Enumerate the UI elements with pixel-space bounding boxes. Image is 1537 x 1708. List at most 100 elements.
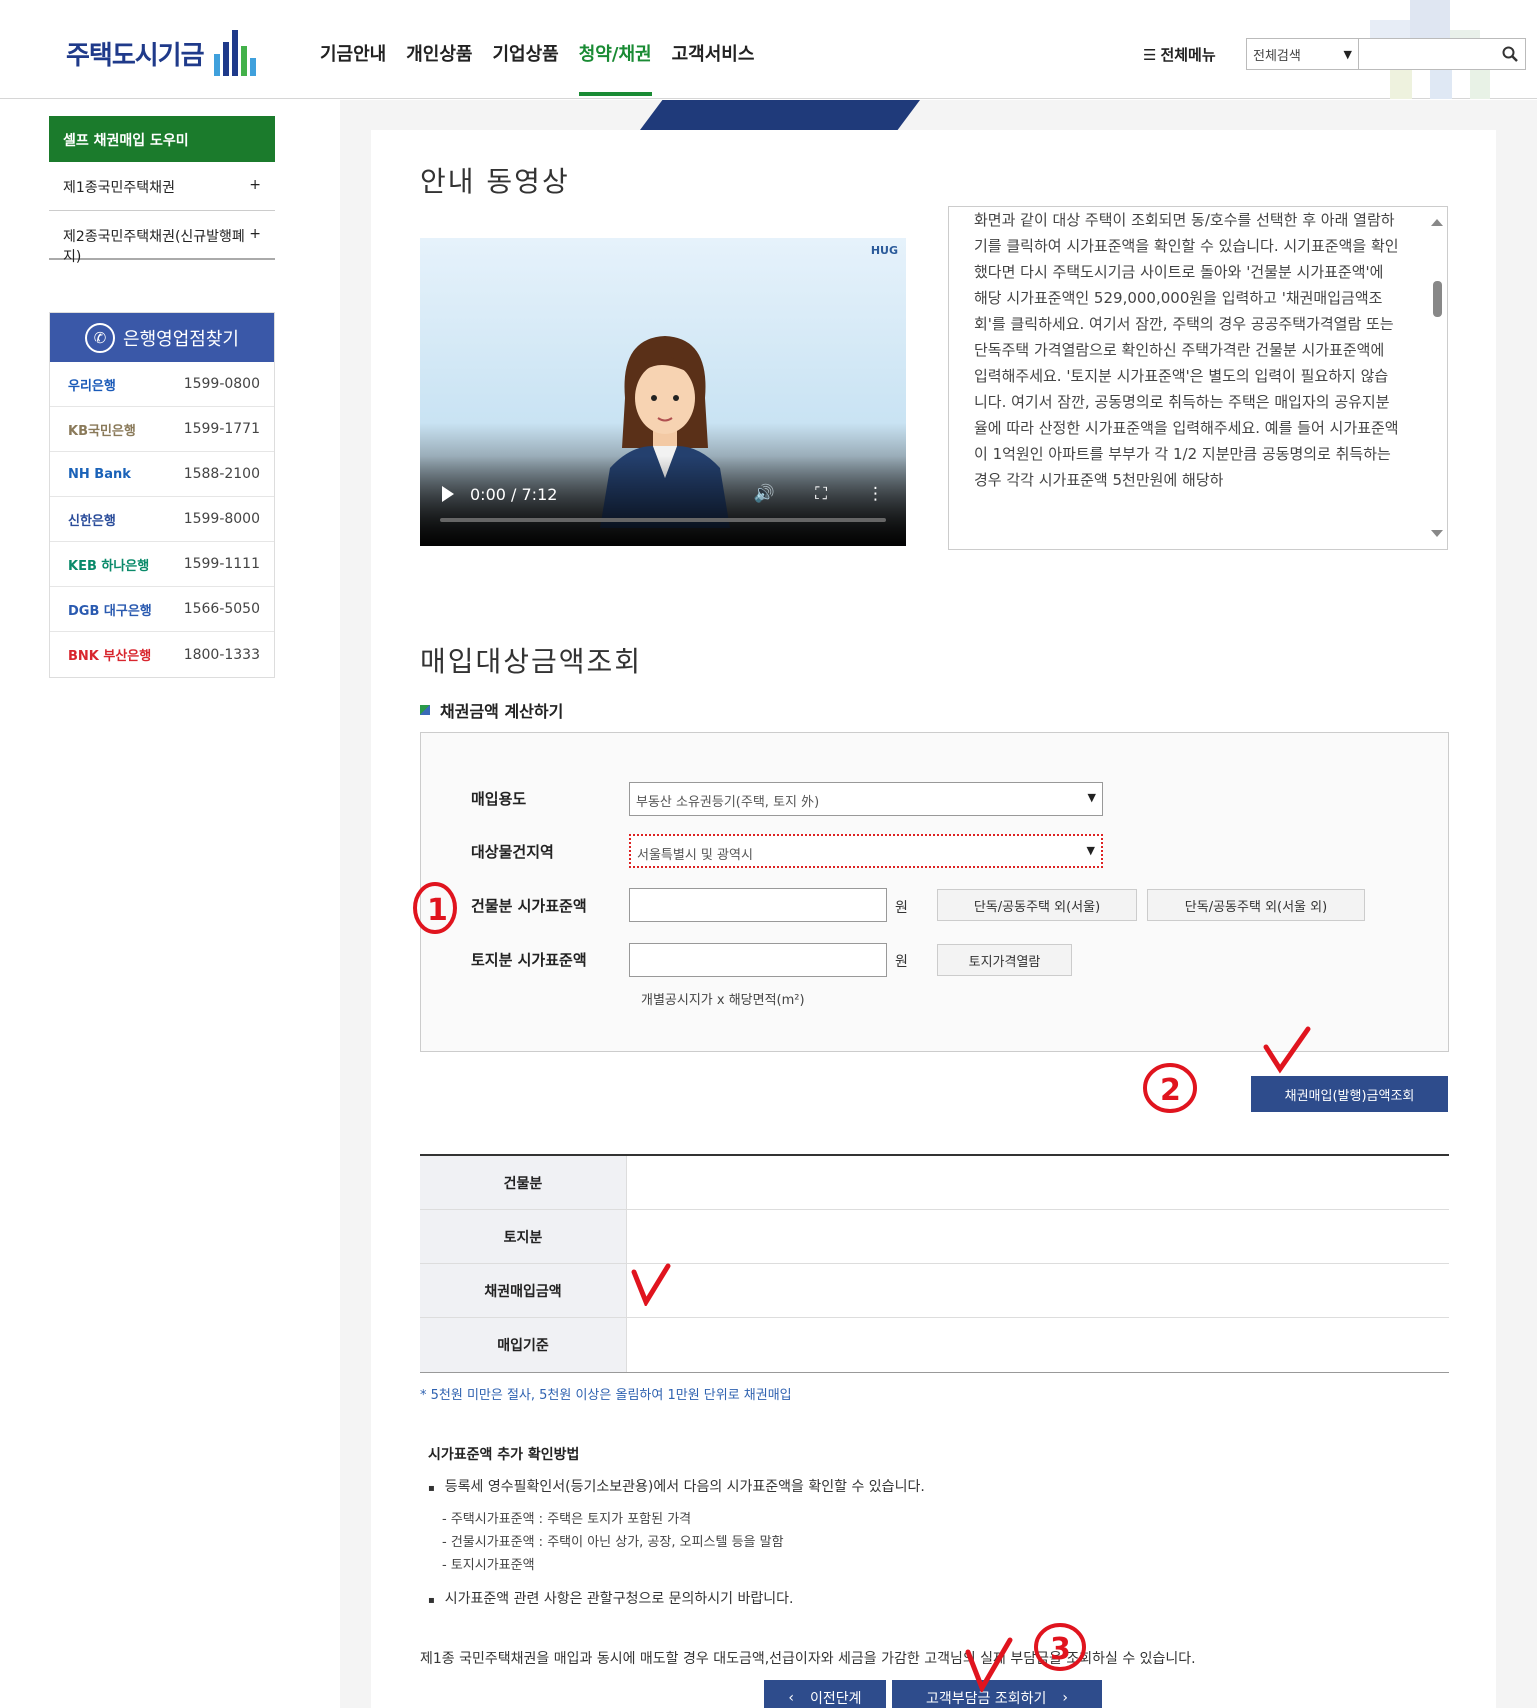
prev-step-label: 이전단계 [810, 1691, 862, 1707]
video-progress-bar[interactable] [440, 518, 886, 522]
row-header-bond-amount: 채권매입금액 [420, 1264, 626, 1317]
nav-item-personal[interactable]: 개인상품 [406, 40, 472, 96]
bank-phone: 1566-5050 [183, 601, 260, 617]
more-options-icon[interactable]: ⋮ [867, 484, 884, 504]
scroll-thumb[interactable] [1433, 281, 1442, 317]
bank-row: BNK 부산은행 1800-1333 [50, 632, 274, 677]
row-header-building: 건물분 [420, 1156, 626, 1209]
bank-row: DGB 대구은행 1566-5050 [50, 587, 274, 632]
row-header-land: 토지분 [420, 1210, 626, 1263]
chevron-down-icon: ▼ [1087, 791, 1096, 804]
rounding-note: * 5천원 미만은 절사, 5천원 이상은 올림하여 1만원 단위로 채권매입 [420, 1388, 792, 1403]
sidebar-item-bond-type2[interactable]: 제2종국민주택채권(신규발행폐지) + [49, 211, 275, 265]
video-controls: 0:00 / 7:12 🔊 ⛶ ⋮ [420, 456, 906, 546]
table-row: 토지분 [420, 1210, 1449, 1264]
transcript-text: 화면과 같이 대상 주택이 조회되면 동/호수를 선택한 후 아래 열람하기를 … [974, 211, 1399, 489]
search-input[interactable] [1359, 39, 1495, 69]
transcript-scrollbar[interactable] [1427, 207, 1447, 549]
info-sub-item: - 주택시가표준액 : 주택은 토지가 포함된 가격 [442, 1512, 692, 1527]
annotation-number: 3 [1050, 1632, 1071, 1667]
bond-amount-query-button[interactable]: 채권매입(발행)금액조회 [1251, 1076, 1448, 1112]
land-price-label: 토지분 시가표준액 [471, 951, 587, 969]
video-transcript[interactable]: 화면과 같이 대상 주택이 조회되면 동/호수를 선택한 후 아래 열람하기를 … [948, 206, 1448, 550]
purpose-select[interactable]: 부동산 소유권등기(주택, 토지 外) ▼ [629, 782, 1103, 816]
bank-phone: 1599-1771 [183, 421, 260, 437]
building-lookup-non-seoul-button[interactable]: 단독/공동주택 외(서울 외) [1147, 889, 1365, 921]
plus-icon: + [249, 226, 261, 242]
result-table: 건물분 토지분 채권매입금액 매입기준 [420, 1154, 1449, 1373]
step-tab-active [640, 100, 920, 130]
search-button[interactable] [1495, 39, 1525, 69]
bank-phone: 1599-0800 [183, 376, 260, 392]
plus-icon: + [249, 177, 261, 193]
nav-item-customer-service[interactable]: 고객서비스 [672, 40, 755, 96]
row-header-purchase-basis: 매입기준 [420, 1318, 626, 1372]
bank-finder-title: 은행영업점찾기 [123, 328, 239, 350]
bank-logo-bnk: BNK 부산은행 [68, 649, 152, 664]
check-mark-icon [631, 1263, 671, 1306]
table-row: 채권매입금액 [420, 1264, 1449, 1318]
bank-logo-hana: KEB 하나은행 [68, 558, 150, 574]
table-row: 매입기준 [420, 1318, 1449, 1372]
search-box: 전체검색 ▼ [1246, 38, 1526, 70]
bank-logo-shinhan: 신한은행 [68, 513, 116, 529]
region-label: 대상물건지역 [471, 843, 554, 861]
prev-step-button[interactable]: ‹ 이전단계 [764, 1680, 886, 1708]
bullet-icon [420, 705, 430, 715]
sidebar-item-self-bond-helper[interactable]: 셀프 채권매입 도우미 [49, 116, 275, 162]
purpose-label: 매입용도 [471, 790, 527, 808]
building-price-label: 건물분 시가표준액 [471, 897, 587, 915]
site-header: 주택도시기금 기금안내 개인상품 기업상품 청약/채권 고객서비스 ☰ 전체메뉴… [0, 0, 1537, 99]
calc-subtitle: 채권금액 계산하기 [420, 698, 563, 722]
logo-mark-icon [213, 30, 256, 76]
logo-text: 주택도시기금 [66, 40, 205, 71]
info-sub-item: - 토지시가표준액 [442, 1558, 535, 1573]
play-icon[interactable] [442, 486, 454, 502]
annotation-circle-3-icon: 3 [1034, 1623, 1086, 1671]
bank-row: KEB 하나은행 1599-1111 [50, 542, 274, 587]
bank-finder: ✆ 은행영업점찾기 우리은행 1599-0800 KB국민은행 1599-177… [49, 312, 275, 678]
calc-form: 매입용도 부동산 소유권등기(주택, 토지 外) ▼ 대상물건지역 서울특별시 … [420, 732, 1449, 1052]
region-select[interactable]: 서울특별시 및 광역시 ▼ [629, 834, 1103, 868]
annotation-circle-2-icon: 2 [1143, 1063, 1197, 1113]
hamburger-icon: ☰ [1143, 45, 1157, 64]
nav-item-subscription-bond[interactable]: 청약/채권 [578, 40, 652, 96]
volume-icon[interactable]: 🔊 [754, 484, 775, 504]
check-mark-icon [965, 1637, 1013, 1692]
scroll-up-icon[interactable] [1431, 219, 1443, 226]
search-icon [1502, 46, 1518, 62]
chevron-down-icon: ▼ [1343, 47, 1352, 61]
annotation-circle-1-icon: 1 [413, 882, 457, 934]
land-price-lookup-button[interactable]: 토지가격열람 [937, 944, 1072, 976]
search-scope-select[interactable]: 전체검색 ▼ [1247, 39, 1359, 69]
video-time: 0:00 / 7:12 [470, 484, 558, 504]
sidebar-item-label: 제2종국민주택채권(신규발행폐지) [63, 229, 245, 265]
building-price-input[interactable] [629, 888, 887, 922]
nav-item-corporate[interactable]: 기업상품 [493, 40, 559, 96]
main-nav: 기금안내 개인상품 기업상품 청약/채권 고객서비스 [320, 40, 754, 96]
fullscreen-icon[interactable]: ⛶ [815, 484, 827, 504]
bank-row: 우리은행 1599-0800 [50, 362, 274, 407]
annotation-number: 1 [427, 893, 448, 928]
unit-label: 원 [895, 900, 908, 916]
chevron-right-icon: › [1062, 1690, 1068, 1706]
section-title-video: 안내 동영상 [420, 165, 570, 198]
bank-finder-header[interactable]: ✆ 은행영업점찾기 [50, 313, 274, 362]
bank-phone: 1588-2100 [183, 466, 260, 482]
all-menu-label: 전체메뉴 [1160, 46, 1216, 64]
hug-logo: HUG [870, 244, 898, 257]
site-logo[interactable]: 주택도시기금 [66, 30, 256, 76]
bank-phone: 1599-8000 [183, 511, 260, 527]
building-lookup-seoul-button[interactable]: 단독/공동주택 외(서울) [937, 889, 1137, 921]
nav-item-fund-info[interactable]: 기금안내 [320, 40, 386, 96]
annotation-number: 2 [1160, 1073, 1181, 1108]
scroll-down-icon[interactable] [1431, 530, 1443, 537]
bank-logo-woori: 우리은행 [68, 378, 116, 394]
all-menu-button[interactable]: ☰ 전체메뉴 [1143, 44, 1216, 65]
land-price-input[interactable] [629, 943, 887, 977]
guide-video-player[interactable]: HUG 0:00 / 7:12 🔊 ⛶ ⋮ [420, 238, 906, 546]
bank-row: KB국민은행 1599-1771 [50, 407, 274, 452]
chevron-left-icon: ‹ [788, 1690, 795, 1706]
bank-phone: 1599-1111 [183, 556, 260, 572]
sidebar-item-bond-type1[interactable]: 제1종국민주택채권 + [49, 162, 275, 211]
